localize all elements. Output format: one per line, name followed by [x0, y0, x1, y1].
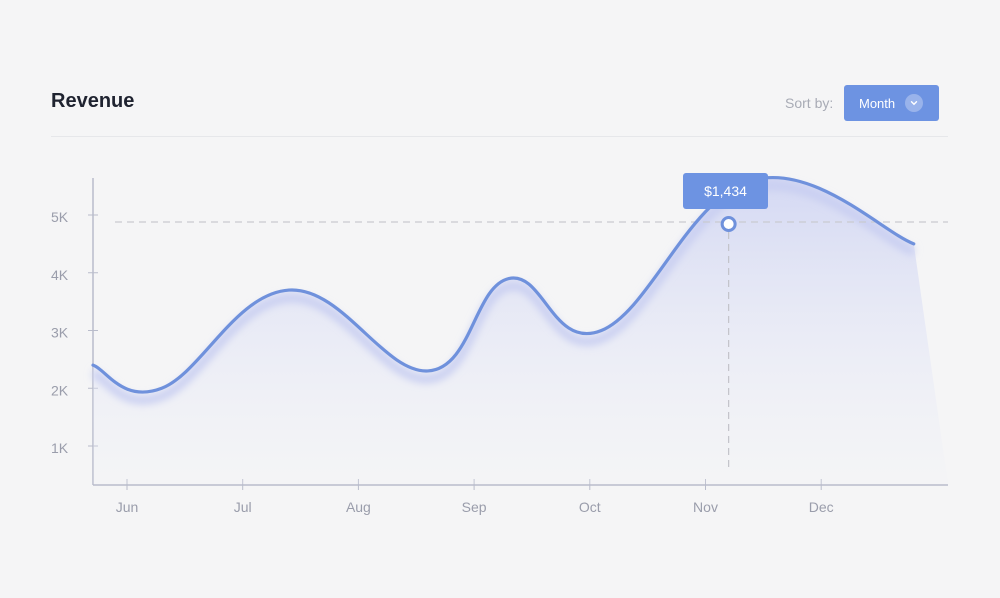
revenue-chart: 1K 2K 3K 4K 5K Jun Jul Aug Sep Oct Nov Dec — [51, 176, 948, 515]
x-tick-label: Aug — [346, 499, 371, 515]
x-tick-label: Dec — [809, 499, 834, 515]
area-fill — [93, 177, 948, 484]
y-tick-label: 4K — [51, 267, 69, 283]
highlight-point — [720, 216, 737, 232]
y-tick-label: 5K — [51, 209, 69, 225]
x-tick-label: Nov — [693, 499, 718, 515]
x-tick-label: Sep — [462, 499, 487, 515]
y-tick-label: 3K — [51, 325, 69, 341]
x-tick-label: Jun — [116, 499, 139, 515]
value-tooltip: $1,434 — [683, 173, 768, 209]
x-tick-label: Jul — [234, 499, 252, 515]
y-tick-label: 1K — [51, 440, 69, 456]
x-tick-label: Oct — [579, 499, 601, 515]
y-tick-label: 2K — [51, 382, 69, 398]
